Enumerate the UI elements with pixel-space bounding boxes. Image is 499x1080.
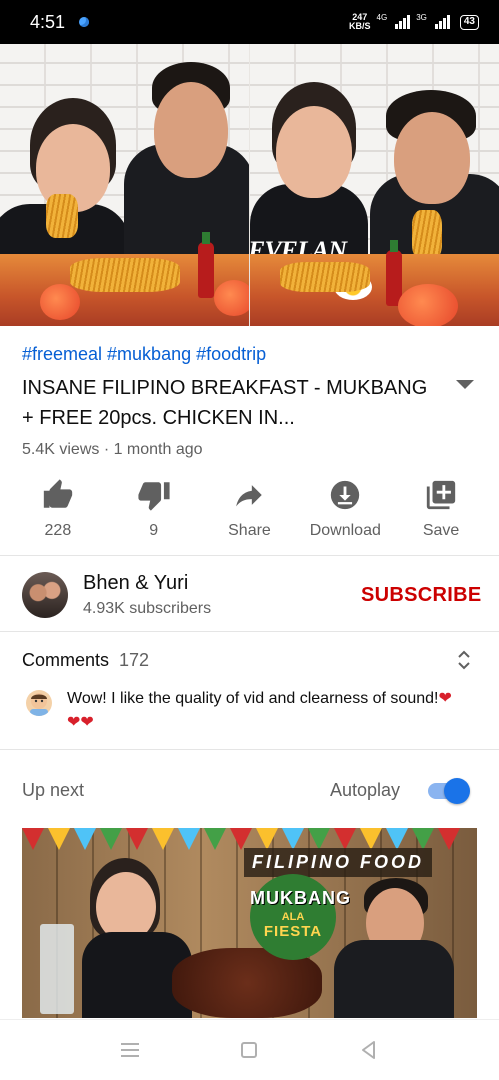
- badge-line1: MUKBANG: [250, 888, 351, 908]
- thumbnail-badge: MUKBANG ALA FIESTA: [250, 874, 351, 960]
- video-frame-right: EVELAN: [250, 44, 499, 326]
- up-next-thumbnail[interactable]: FILIPINO FOOD MUKBANG ALA FIESTA: [22, 828, 477, 1018]
- status-icons: 247 KB/S 4G 3G 43: [349, 13, 479, 31]
- signal-icon-2: [434, 15, 450, 29]
- comments-count: 172: [119, 650, 150, 670]
- network-speed-unit: KB/S: [349, 21, 371, 31]
- divider: [0, 749, 499, 750]
- like-count: 228: [44, 522, 72, 539]
- subscriber-count: 4.93K subscribers: [83, 600, 212, 617]
- video-hashtags[interactable]: #freemeal #mukbang #foodtrip: [22, 344, 266, 365]
- status-bar: 4:51 247 KB/S 4G 3G 43: [0, 0, 499, 44]
- top-comment-text: Wow! I like the quality of vid and clear…: [67, 690, 439, 707]
- chevron-down-icon[interactable]: [456, 380, 474, 389]
- channel-name[interactable]: Bhen & Yuri: [83, 572, 188, 595]
- download-label: Download: [309, 522, 381, 539]
- heart-icon: ❤❤: [67, 714, 94, 731]
- sim2-label: 3G: [416, 13, 427, 22]
- heart-icon: ❤: [438, 690, 452, 707]
- channel-avatar[interactable]: [22, 572, 68, 618]
- autoplay-toggle[interactable]: [428, 778, 472, 804]
- video-frame-left: EVELAN: [0, 44, 249, 326]
- expand-collapse-icon[interactable]: [456, 648, 472, 672]
- divider: [0, 555, 499, 556]
- thumbs-up-icon: [43, 479, 73, 508]
- playlist-add-icon: [426, 480, 456, 510]
- signal-icon: [395, 15, 411, 29]
- comments-header[interactable]: Comments 172: [22, 650, 149, 671]
- back-icon[interactable]: [359, 1040, 379, 1060]
- share-label: Share: [228, 522, 271, 539]
- system-nav-bar: [0, 1019, 499, 1080]
- dislike-count: 9: [149, 522, 159, 539]
- comments-label: Comments: [22, 650, 110, 670]
- video-title[interactable]: INSANE FILIPINO BREAKFAST - MUKBANG + FR…: [22, 373, 442, 433]
- menu-icon[interactable]: [121, 1043, 139, 1057]
- commenter-avatar[interactable]: [26, 690, 52, 716]
- share-icon: [236, 485, 263, 507]
- thumbs-down-icon: [138, 482, 170, 511]
- share-button[interactable]: Share: [203, 474, 295, 546]
- save-button[interactable]: Save: [395, 474, 487, 546]
- divider: [0, 631, 499, 632]
- video-meta: 5.4K views · 1 month ago: [22, 441, 203, 458]
- badge-line2: ALA: [281, 911, 305, 923]
- video-actions: 228 9 Share Download Save: [0, 474, 499, 546]
- badge-line3: FIESTA: [263, 923, 323, 940]
- sim1-label: 4G: [376, 13, 388, 22]
- notification-icon: [79, 17, 90, 27]
- video-player[interactable]: EVELAN EVELAN: [0, 44, 499, 326]
- top-comment[interactable]: Wow! I like the quality of vid and clear…: [67, 687, 482, 735]
- download-button[interactable]: Download: [299, 474, 391, 546]
- home-icon[interactable]: [241, 1042, 257, 1058]
- download-icon: [331, 480, 360, 510]
- autoplay-label: Autoplay: [330, 780, 401, 800]
- status-time: 4:51: [30, 11, 66, 32]
- battery-icon: 43: [459, 14, 479, 30]
- up-next-label: Up next: [22, 780, 85, 800]
- network-speed: 247 KB/S: [349, 13, 371, 31]
- dislike-button[interactable]: 9: [108, 474, 200, 546]
- save-label: Save: [422, 522, 460, 539]
- subscribe-button[interactable]: SUBSCRIBE: [361, 584, 482, 607]
- thumbnail-banner: FILIPINO FOOD: [244, 848, 432, 877]
- like-button[interactable]: 228: [12, 474, 104, 546]
